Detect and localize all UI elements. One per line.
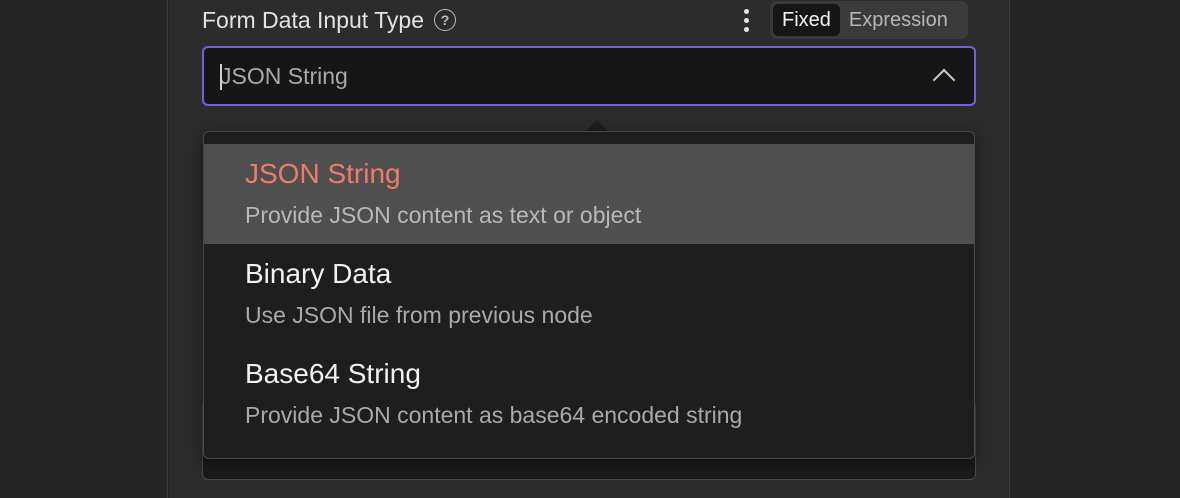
option-title: Binary Data (245, 258, 392, 289)
mode-expression-button[interactable]: Expression (840, 4, 957, 36)
option-binary-data[interactable]: Binary Data Use JSON file from previous … (204, 244, 974, 344)
mode-fixed-button[interactable]: Fixed (773, 4, 840, 36)
chevron-up-icon[interactable] (932, 68, 956, 92)
option-description: Provide JSON content as text or object (245, 202, 642, 228)
option-description: Use JSON file from previous node (245, 302, 593, 328)
input-type-select[interactable]: JSON String (202, 46, 976, 106)
parameter-label-row: Form Data Input Type ? (202, 4, 457, 36)
select-dropdown: JSON String Provide JSON content as text… (203, 131, 975, 459)
option-title: Base64 String (245, 358, 421, 389)
left-canvas-area (0, 0, 168, 498)
help-icon[interactable]: ? (434, 9, 457, 31)
option-description: Provide JSON content as base64 encoded s… (245, 402, 743, 428)
option-base64-string[interactable]: Base64 String Provide JSON content as ba… (204, 344, 974, 444)
option-json-string[interactable]: JSON String Provide JSON content as text… (204, 144, 974, 244)
mode-toggle: Fixed Expression (770, 1, 968, 39)
right-canvas-area (1009, 0, 1180, 498)
vertical-dots-icon[interactable] (736, 6, 756, 34)
option-title: JSON String (245, 158, 401, 189)
text-caret (220, 64, 222, 90)
select-value: JSON String (220, 63, 348, 89)
parameter-label: Form Data Input Type (202, 6, 425, 33)
